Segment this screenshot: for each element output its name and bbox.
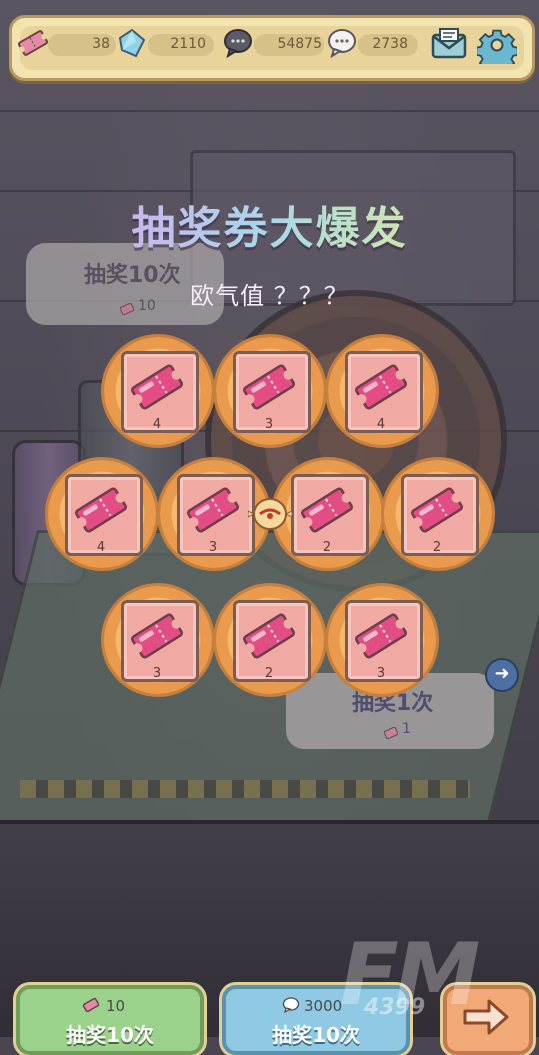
speech-bubble-light-icon bbox=[326, 28, 358, 62]
ticket-draw-label: 抽奖10次 bbox=[66, 1023, 154, 1047]
cloth-stripe bbox=[20, 780, 470, 798]
dark-bubble-count: 54875 bbox=[277, 36, 322, 52]
ticket-icon bbox=[75, 487, 127, 533]
ticket-count-label: 4 bbox=[152, 417, 162, 432]
ticket-reward-item: 4 bbox=[48, 460, 156, 568]
ticket-icon bbox=[16, 28, 50, 62]
faded-draw1-cost: 1 bbox=[402, 721, 411, 737]
ticket-reward-item: 3 bbox=[104, 586, 212, 694]
ticket-count-label: 3 bbox=[152, 666, 162, 681]
crystal-icon bbox=[116, 28, 148, 62]
ticket-count-label: 4 bbox=[376, 417, 386, 432]
ticket-icon bbox=[131, 364, 183, 410]
arrow-right-icon[interactable]: ➜ bbox=[485, 658, 519, 692]
wheel-center-emblem-icon bbox=[247, 494, 293, 534]
crystal-count: 2110 bbox=[170, 36, 206, 52]
ticket-icon bbox=[301, 487, 353, 533]
ticket-reward-item: 2 bbox=[384, 460, 492, 568]
ticket-count-label: 3 bbox=[376, 666, 386, 681]
ticket-count-label: 2 bbox=[264, 666, 274, 681]
speech-bubble-dark-icon bbox=[222, 28, 254, 62]
ticket-icon bbox=[243, 613, 295, 659]
ticket-reward-item: 3 bbox=[328, 586, 436, 694]
ticket-icon bbox=[355, 613, 407, 659]
ticket-draw-cost: 10 bbox=[106, 997, 126, 1015]
ticket-icon bbox=[131, 613, 183, 659]
ticket-count-label: 4 bbox=[96, 540, 106, 555]
event-title: 抽奖券大爆发 bbox=[0, 192, 539, 256]
ticket-icon bbox=[411, 487, 463, 533]
ticket-count-label: 3 bbox=[264, 417, 274, 432]
mail-icon[interactable] bbox=[430, 27, 468, 65]
ticket-reward-item: 2 bbox=[216, 586, 324, 694]
ticket-count-label: 2 bbox=[432, 540, 442, 555]
gear-icon[interactable] bbox=[475, 26, 519, 73]
ticket-count-label: 3 bbox=[208, 540, 218, 555]
ticket-count: 38 bbox=[92, 36, 110, 52]
watermark-sub: 4399 bbox=[364, 995, 426, 1020]
ticket-count-label: 2 bbox=[322, 540, 332, 555]
ticket-icon bbox=[355, 364, 407, 410]
ticket-reward-item: 3 bbox=[216, 337, 324, 445]
bubble-draw-cost: 3000 bbox=[304, 997, 343, 1015]
ticket-icon bbox=[187, 487, 239, 533]
ticket-reward-item: 4 bbox=[328, 337, 436, 445]
ticket-icon bbox=[82, 997, 100, 1017]
small-ticket-icon bbox=[383, 724, 399, 743]
ticket-reward-item: 4 bbox=[104, 337, 212, 445]
ticket-icon bbox=[243, 364, 295, 410]
luck-value-text: 欧气值 ？？？ bbox=[190, 282, 349, 310]
speech-bubble-light-icon bbox=[282, 997, 300, 1017]
ticket-draw-10-button[interactable]: 10 抽奖10次 bbox=[16, 985, 204, 1055]
light-bubble-count: 2738 bbox=[372, 36, 408, 52]
